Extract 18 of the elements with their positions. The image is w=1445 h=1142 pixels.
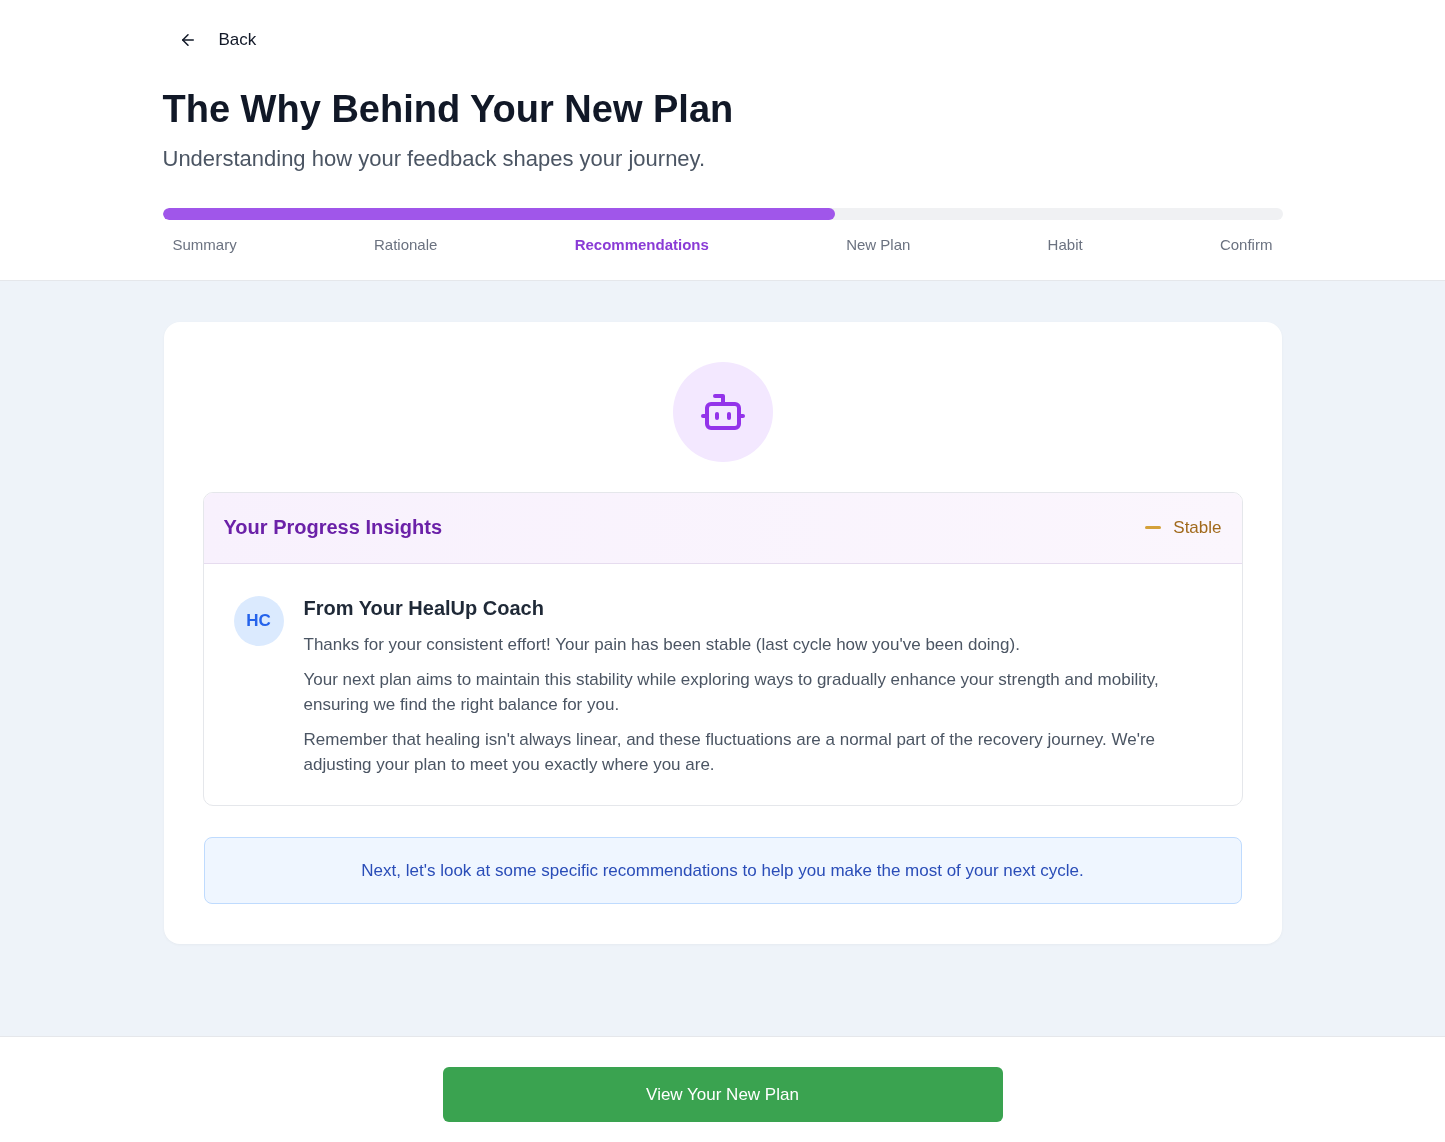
dash-icon xyxy=(1145,526,1162,530)
coach-avatar: HC xyxy=(233,595,284,646)
step-label: Habit xyxy=(1047,236,1083,254)
coach-heading: From Your HealUp Coach xyxy=(303,595,545,620)
page-subtitle: Understanding how your feedback shapes your journey. xyxy=(162,145,707,173)
step-label: Rationale xyxy=(373,236,438,254)
coach-message: Thanks for your consistent effort! Your pain has been stable (last cycle how you've been doing). xyxy=(303,633,1021,656)
step-label: Confirm xyxy=(1219,236,1273,254)
step-label: Summary xyxy=(172,236,237,254)
next-note-text: Next, let's look at some specific recommendations to help you make the most of your next cycle. xyxy=(361,860,1084,881)
step-label: New Plan xyxy=(846,236,911,254)
coach-message: Remember that healing isn't always linear, and these fluctuations are a normal part of the recovery journey. We're adjusting your plan to meet you exactly where you are. xyxy=(303,728,1157,776)
step-label: Recommendations xyxy=(574,236,709,254)
coach-message: Your next plan aims to maintain this stability while exploring ways to gradually enhance your strength and mobility, ensuring we find the right balance for you. xyxy=(303,668,1160,716)
insights-title: Your Progress Insights xyxy=(223,516,443,540)
page-title: The Why Behind Your New Plan xyxy=(162,87,735,132)
back-button[interactable]: Back xyxy=(162,24,265,56)
trend-label: Stable xyxy=(1173,517,1222,538)
